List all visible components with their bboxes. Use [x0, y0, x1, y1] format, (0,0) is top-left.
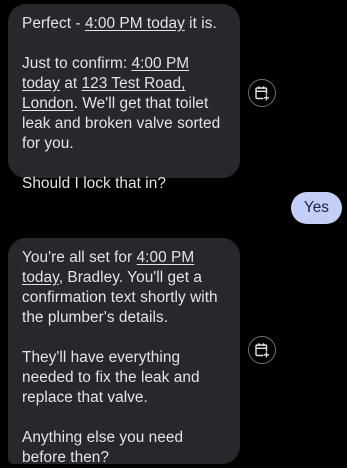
message-text: You're all set for [22, 249, 137, 266]
assistant-message: You're all set for 4:00 PM today, Bradle… [8, 238, 240, 466]
user-message: Yes [290, 192, 342, 224]
add-to-calendar-button[interactable] [248, 79, 276, 107]
time-link[interactable]: 4:00 PM today [85, 15, 185, 32]
message-paragraph: Perfect - 4:00 PM today it is. [22, 14, 226, 34]
message-paragraph: They'll have everything needed to fix th… [22, 349, 200, 406]
message-paragraph: Should I lock that in? [22, 175, 166, 192]
assistant-message: Perfect - 4:00 PM today it is. Just to c… [8, 4, 240, 192]
message-text: at [59, 75, 82, 92]
message-paragraph: Anything else you need before then? [22, 429, 184, 466]
message-text: Just to confirm: [22, 55, 132, 72]
calendar-add-icon [255, 86, 270, 101]
add-to-calendar-button[interactable] [248, 336, 276, 364]
calendar-add-icon [255, 343, 270, 358]
message-paragraph: Just to confirm: 4:00 PM today at 123 Te… [22, 54, 226, 154]
message-paragraph: You're all set for 4:00 PM today, Bradle… [22, 248, 226, 328]
message-text: it is. [184, 15, 217, 32]
message-text: Perfect - [22, 15, 85, 32]
